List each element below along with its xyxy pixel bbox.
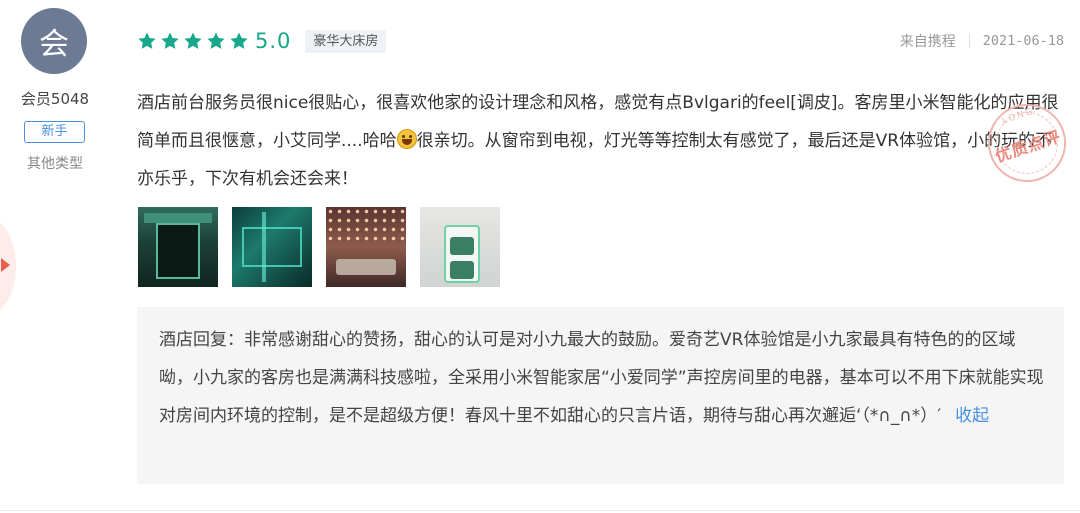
traveler-type: 其他类型 (27, 156, 83, 172)
star-rating (137, 31, 249, 51)
arrow-right-icon (1, 258, 10, 272)
star-icon (137, 31, 157, 51)
collapse-reply-link[interactable]: 收起 (955, 406, 989, 426)
star-icon (183, 31, 203, 51)
review-meta: 来自携程 2021-06-18 (900, 31, 1064, 51)
rating-row: 5.0 豪华大床房 (137, 26, 387, 56)
member-level-badge: 新手 (24, 121, 85, 143)
review-photo-thumbnail[interactable] (232, 207, 312, 287)
divider (0, 510, 1080, 511)
star-icon (160, 31, 180, 51)
rating-score: 5.0 (255, 29, 292, 53)
review-date: 2021-06-18 (982, 33, 1064, 49)
star-icon (229, 31, 249, 51)
review-body: 酒店前台服务员很nice很贴心，很喜欢他家的设计理念和风格，感觉有点Bvlgar… (137, 84, 1062, 198)
grinning-face-icon (396, 129, 417, 149)
reply-body: 酒店回复：非常感谢甜心的赞扬，甜心的认可是对小九最大的鼓励。爱奇艺VR体验馆是小… (159, 330, 1044, 426)
room-type-tag: 豪华大床房 (305, 29, 387, 53)
review-photo-thumbnail[interactable] (326, 207, 406, 287)
reviewer-name: 会员5048 (20, 90, 90, 108)
divider (968, 34, 970, 48)
review-source: 来自携程 (899, 34, 956, 50)
avatar: 会 (21, 8, 87, 74)
hotel-reply-text: 酒店回复：非常感谢甜心的赞扬，甜心的认可是对小九最大的鼓励。爱奇艺VR体验馆是小… (159, 321, 1046, 435)
review-photo-thumbnail[interactable] (420, 207, 500, 287)
star-icon (206, 31, 226, 51)
side-scroll-tab[interactable] (0, 216, 16, 316)
hotel-reply: 酒店回复：非常感谢甜心的赞扬，甜心的认可是对小九最大的鼓励。爱奇艺VR体验馆是小… (137, 307, 1064, 484)
review-photo-thumbnail[interactable] (138, 207, 218, 287)
review-photos (138, 207, 500, 287)
